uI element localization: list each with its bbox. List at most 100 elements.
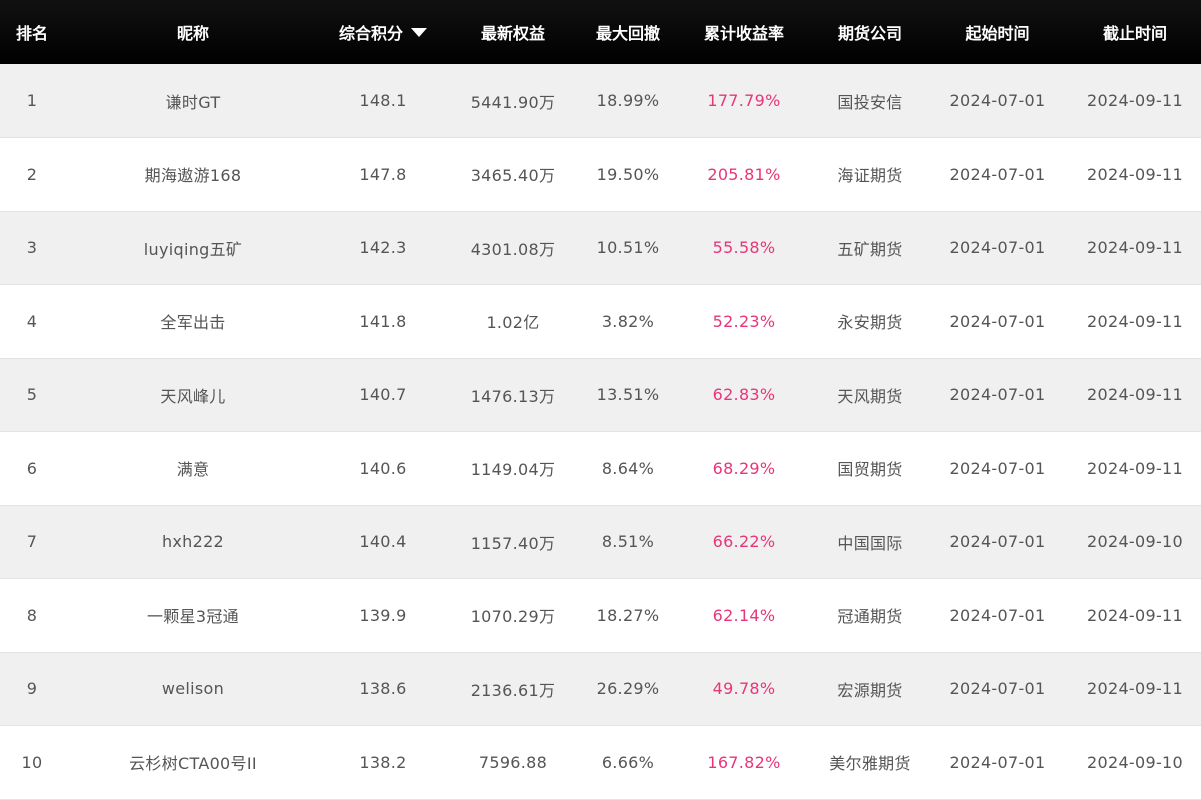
cell-equity: 1157.40万: [444, 505, 582, 579]
cell-end-date: 2024-09-11: [1069, 211, 1201, 285]
header-score[interactable]: 综合积分: [322, 0, 444, 64]
cell-end-date: 2024-09-11: [1069, 64, 1201, 138]
cell-company: 冠通期货: [814, 578, 926, 653]
cell-company: 永安期货: [814, 284, 926, 359]
cell-start-date: 2024-07-01: [926, 505, 1069, 579]
cell-drawdown: 8.51%: [582, 505, 674, 579]
table-row[interactable]: 1 谦时GT 148.1 5441.90万 18.99% 177.79% 国投安…: [0, 64, 1201, 138]
cell-drawdown: 10.51%: [582, 211, 674, 285]
table-row[interactable]: 9 welison 138.6 2136.61万 26.29% 49.78% 宏…: [0, 652, 1201, 726]
cell-nickname: 一颗星3冠通: [64, 578, 322, 653]
cell-start-date: 2024-07-01: [926, 431, 1069, 506]
cell-equity: 7596.88: [444, 725, 582, 800]
cell-drawdown: 18.27%: [582, 578, 674, 653]
cell-start-date: 2024-07-01: [926, 64, 1069, 138]
cell-score: 142.3: [322, 211, 444, 285]
cell-rank: 1: [0, 64, 64, 138]
table-header: 排名 昵称 综合积分 最新权益 最大回撤 累计收益率 期货公司 起始时间 截止时…: [0, 0, 1201, 64]
cell-return: 167.82%: [674, 725, 814, 800]
cell-nickname: 云杉树CTA00号II: [64, 725, 322, 800]
cell-drawdown: 3.82%: [582, 284, 674, 359]
header-return[interactable]: 累计收益率: [674, 0, 814, 64]
cell-nickname: 天风峰儿: [64, 358, 322, 432]
cell-drawdown: 8.64%: [582, 431, 674, 506]
cell-return: 62.83%: [674, 358, 814, 432]
cell-nickname: luyiqing五矿: [64, 211, 322, 285]
cell-start-date: 2024-07-01: [926, 652, 1069, 726]
cell-equity: 1.02亿: [444, 284, 582, 359]
table-row[interactable]: 3 luyiqing五矿 142.3 4301.08万 10.51% 55.58…: [0, 211, 1201, 285]
cell-rank: 8: [0, 578, 64, 653]
cell-drawdown: 6.66%: [582, 725, 674, 800]
sort-desc-icon[interactable]: [411, 28, 427, 37]
header-equity[interactable]: 最新权益: [444, 0, 582, 64]
cell-start-date: 2024-07-01: [926, 358, 1069, 432]
cell-drawdown: 13.51%: [582, 358, 674, 432]
cell-start-date: 2024-07-01: [926, 284, 1069, 359]
cell-rank: 6: [0, 431, 64, 506]
cell-rank: 9: [0, 652, 64, 726]
table-row[interactable]: 10 云杉树CTA00号II 138.2 7596.88 6.66% 167.8…: [0, 725, 1201, 800]
cell-equity: 1070.29万: [444, 578, 582, 653]
table-row[interactable]: 4 全军出击 141.8 1.02亿 3.82% 52.23% 永安期货 202…: [0, 284, 1201, 359]
cell-start-date: 2024-07-01: [926, 725, 1069, 800]
header-rank[interactable]: 排名: [0, 0, 64, 64]
ranking-table: 排名 昵称 综合积分 最新权益 最大回撤 累计收益率 期货公司 起始时间 截止时…: [0, 0, 1201, 800]
cell-rank: 3: [0, 211, 64, 285]
cell-start-date: 2024-07-01: [926, 578, 1069, 653]
cell-return: 205.81%: [674, 137, 814, 212]
cell-score: 140.6: [322, 431, 444, 506]
cell-end-date: 2024-09-10: [1069, 725, 1201, 800]
cell-return: 62.14%: [674, 578, 814, 653]
cell-score: 147.8: [322, 137, 444, 212]
table-row[interactable]: 8 一颗星3冠通 139.9 1070.29万 18.27% 62.14% 冠通…: [0, 578, 1201, 653]
header-end-date[interactable]: 截止时间: [1069, 0, 1201, 64]
cell-drawdown: 26.29%: [582, 652, 674, 726]
cell-start-date: 2024-07-01: [926, 137, 1069, 212]
cell-rank: 4: [0, 284, 64, 359]
cell-return: 66.22%: [674, 505, 814, 579]
cell-end-date: 2024-09-11: [1069, 652, 1201, 726]
table-row[interactable]: 5 天风峰儿 140.7 1476.13万 13.51% 62.83% 天风期货…: [0, 358, 1201, 432]
table-row[interactable]: 6 满意 140.6 1149.04万 8.64% 68.29% 国贸期货 20…: [0, 431, 1201, 506]
cell-score: 138.2: [322, 725, 444, 800]
cell-equity: 4301.08万: [444, 211, 582, 285]
cell-end-date: 2024-09-11: [1069, 284, 1201, 359]
cell-rank: 5: [0, 358, 64, 432]
cell-nickname: 全军出击: [64, 284, 322, 359]
cell-return: 177.79%: [674, 64, 814, 138]
cell-company: 天风期货: [814, 358, 926, 432]
cell-company: 海证期货: [814, 137, 926, 212]
cell-end-date: 2024-09-10: [1069, 505, 1201, 579]
header-nickname[interactable]: 昵称: [64, 0, 322, 64]
cell-score: 139.9: [322, 578, 444, 653]
cell-equity: 2136.61万: [444, 652, 582, 726]
header-company[interactable]: 期货公司: [814, 0, 926, 64]
cell-rank: 2: [0, 137, 64, 212]
cell-drawdown: 19.50%: [582, 137, 674, 212]
cell-equity: 1476.13万: [444, 358, 582, 432]
cell-company: 美尔雅期货: [814, 725, 926, 800]
header-start-date[interactable]: 起始时间: [926, 0, 1069, 64]
cell-equity: 1149.04万: [444, 431, 582, 506]
cell-nickname: hxh222: [64, 505, 322, 579]
cell-nickname: welison: [64, 652, 322, 726]
cell-drawdown: 18.99%: [582, 64, 674, 138]
cell-end-date: 2024-09-11: [1069, 137, 1201, 212]
cell-end-date: 2024-09-11: [1069, 578, 1201, 653]
cell-score: 140.7: [322, 358, 444, 432]
cell-score: 138.6: [322, 652, 444, 726]
cell-end-date: 2024-09-11: [1069, 431, 1201, 506]
header-drawdown[interactable]: 最大回撤: [582, 0, 674, 64]
cell-company: 国投安信: [814, 64, 926, 138]
table-row[interactable]: 2 期海遨游168 147.8 3465.40万 19.50% 205.81% …: [0, 137, 1201, 212]
cell-nickname: 期海遨游168: [64, 137, 322, 212]
table-row[interactable]: 7 hxh222 140.4 1157.40万 8.51% 66.22% 中国国…: [0, 505, 1201, 579]
cell-equity: 3465.40万: [444, 137, 582, 212]
cell-return: 55.58%: [674, 211, 814, 285]
cell-company: 中国国际: [814, 505, 926, 579]
cell-return: 49.78%: [674, 652, 814, 726]
cell-rank: 7: [0, 505, 64, 579]
cell-company: 五矿期货: [814, 211, 926, 285]
header-score-label: 综合积分: [338, 24, 403, 43]
